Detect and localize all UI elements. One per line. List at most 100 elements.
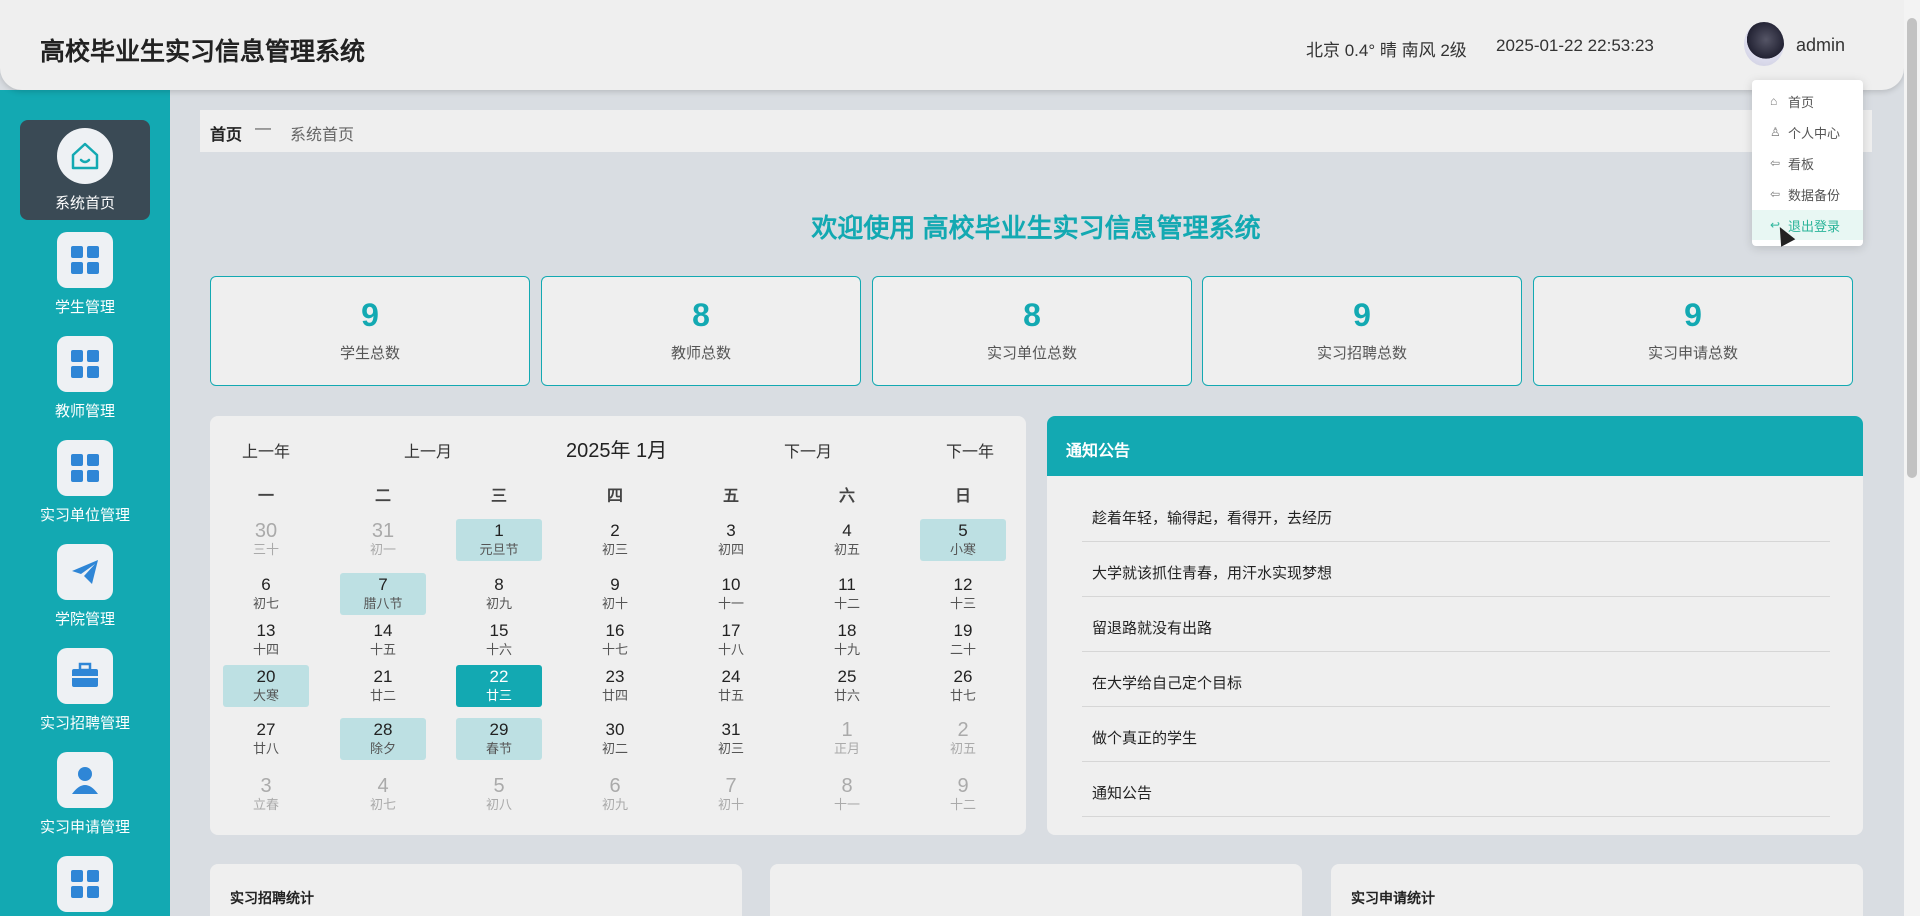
calendar-day-today[interactable]: 22 廿三 (456, 665, 542, 707)
calendar-day[interactable]: 24 廿五 (688, 665, 774, 707)
username[interactable]: admin (1796, 35, 1845, 56)
calendar-lunar-label: 立春 (252, 797, 279, 812)
calendar-day[interactable]: 4 初五 (804, 519, 890, 561)
recruitment-stats-title: 实习招聘统计 (230, 890, 314, 906)
calendar-day[interactable]: 6 初七 (223, 573, 309, 615)
calendar-day-number: 8 (841, 775, 853, 797)
sidebar-item-companies[interactable]: 实习单位管理 (20, 432, 150, 532)
sidebar-item-teachers[interactable]: 教师管理 (20, 328, 150, 428)
dropdown-item-home[interactable]: ⌂ 首页 (1770, 90, 1860, 112)
notice-item[interactable]: 做个真正的学生 (1082, 707, 1830, 762)
calendar-day[interactable]: 2 初五 (920, 718, 1006, 760)
calendar-day[interactable]: 12 十三 (920, 573, 1006, 615)
grid-icon (57, 232, 113, 288)
sidebar-item-applications[interactable]: 实习申请管理 (20, 744, 150, 844)
sidebar-item-more[interactable] (20, 848, 150, 916)
sidebar: 系统首页 学生管理 教师管理 实习单位管理 学院管理 实习招聘管理 实习申请管理 (0, 90, 170, 916)
calendar-day-number: 27 (256, 720, 276, 739)
calendar-day-number: 1 (494, 521, 504, 540)
calendar-prev-year-button[interactable]: 上一年 (242, 438, 290, 462)
calendar-day[interactable]: 29 春节 (456, 718, 542, 760)
calendar-day[interactable]: 3 立春 (223, 774, 309, 816)
calendar-lunar-label: 十三 (949, 596, 976, 611)
calendar-next-year-button[interactable]: 下一年 (946, 438, 994, 462)
avatar[interactable] (1744, 22, 1784, 66)
calendar-day-number: 13 (256, 621, 276, 640)
welcome-title: 欢迎使用 高校毕业生实习信息管理系统 (811, 213, 1261, 243)
calendar-lunar-label: 十二 (949, 797, 976, 812)
calendar-day[interactable]: 15 十六 (456, 619, 542, 661)
calendar-day[interactable]: 7 初十 (688, 774, 774, 816)
calendar-day-number: 12 (953, 575, 973, 594)
page-scrollbar[interactable] (1904, 0, 1920, 916)
calendar-day-number: 21 (373, 667, 393, 686)
calendar-day[interactable]: 9 十二 (920, 774, 1006, 816)
calendar-day[interactable]: 3 初四 (688, 519, 774, 561)
calendar-day[interactable]: 21 廿二 (340, 665, 426, 707)
calendar-day[interactable]: 13 十四 (223, 619, 309, 661)
calendar-day-number: 4 (842, 521, 852, 540)
calendar-lunar-label: 春节 (485, 741, 512, 756)
recruitment-stats-card: 实习招聘统计 (210, 864, 742, 916)
calendar-day-number: 20 (256, 667, 276, 686)
dropdown-item-profile[interactable]: ♙ 个人中心 (1770, 121, 1860, 143)
calendar-day[interactable]: 27 廿八 (223, 718, 309, 760)
breadcrumb-home-link[interactable]: 首页 (210, 121, 242, 145)
calendar-lunar-label: 初八 (485, 797, 512, 812)
calendar-day[interactable]: 20 大寒 (223, 665, 309, 707)
calendar-lunar-label: 初五 (833, 542, 860, 557)
calendar-lunar-label: 十九 (833, 642, 860, 657)
calendar-day[interactable]: 28 除夕 (340, 718, 426, 760)
sidebar-item-label: 学生管理 (54, 299, 115, 316)
calendar-day[interactable]: 2 初三 (572, 519, 658, 561)
notice-item[interactable]: 大学就该抓住青春，用汗水实现梦想 (1082, 542, 1830, 597)
calendar-day[interactable]: 8 十一 (804, 774, 890, 816)
calendar-weekday: 五 (722, 488, 739, 505)
calendar-day[interactable]: 19 二十 (920, 619, 1006, 661)
notice-item[interactable]: 留退路就没有出路 (1082, 597, 1830, 652)
calendar-day[interactable]: 4 初七 (340, 774, 426, 816)
calendar-day[interactable]: 30 三十 (223, 519, 309, 561)
calendar-day[interactable]: 30 初二 (572, 718, 658, 760)
calendar-day[interactable]: 9 初十 (572, 573, 658, 615)
calendar-day[interactable]: 1 正月 (804, 718, 890, 760)
calendar-weekday: 三 (490, 488, 507, 505)
sidebar-item-home[interactable]: 系统首页 (20, 120, 150, 220)
scrollbar-thumb[interactable] (1907, 18, 1917, 478)
calendar-day[interactable]: 26 廿七 (920, 665, 1006, 707)
calendar-day[interactable]: 14 十五 (340, 619, 426, 661)
calendar-day[interactable]: 17 十八 (688, 619, 774, 661)
dropdown-item-dashboard[interactable]: ⇦ 看板 (1770, 152, 1860, 174)
calendar-day[interactable]: 8 初九 (456, 573, 542, 615)
calendar-day[interactable]: 5 小寒 (920, 519, 1006, 561)
calendar-day[interactable]: 5 初八 (456, 774, 542, 816)
calendar-lunar-label: 初二 (601, 741, 628, 756)
calendar-day[interactable]: 31 初一 (340, 519, 426, 561)
calendar-lunar-label: 十七 (601, 642, 628, 657)
notice-item[interactable]: 趁着年轻，输得起，看得开，去经历 (1082, 487, 1830, 542)
calendar-day[interactable]: 23 廿四 (572, 665, 658, 707)
sidebar-item-students[interactable]: 学生管理 (20, 224, 150, 324)
notice-item[interactable]: 在大学给自己定个目标 (1082, 652, 1830, 707)
sidebar-item-colleges[interactable]: 学院管理 (20, 536, 150, 636)
sidebar-item-recruitment[interactable]: 实习招聘管理 (20, 640, 150, 740)
notice-panel: 通知公告 趁着年轻，输得起，看得开，去经历 大学就该抓住青春，用汗水实现梦想 留退路… (1047, 416, 1863, 835)
calendar-next-month-button[interactable]: 下一月 (784, 438, 832, 462)
calendar-day[interactable]: 11 十二 (804, 573, 890, 615)
calendar-prev-month-button[interactable]: 上一月 (404, 438, 452, 462)
notice-item[interactable]: 通知公告 (1082, 762, 1830, 817)
sidebar-item-label: 实习申请管理 (39, 819, 130, 836)
dropdown-item-backup[interactable]: ⇦ 数据备份 (1770, 183, 1860, 205)
calendar-day[interactable]: 6 初九 (572, 774, 658, 816)
calendar-day[interactable]: 16 十七 (572, 619, 658, 661)
stat-card-teachers: 8 教师总数 (541, 276, 861, 386)
calendar-day[interactable]: 25 廿六 (804, 665, 890, 707)
calendar-day[interactable]: 7 腊八节 (340, 573, 426, 615)
calendar-lunar-label: 初三 (717, 741, 744, 756)
calendar-day[interactable]: 18 十九 (804, 619, 890, 661)
calendar-weekday: 四 (606, 488, 623, 505)
breadcrumb-separator: — (255, 120, 271, 137)
calendar-day[interactable]: 10 十一 (688, 573, 774, 615)
calendar-day[interactable]: 1 元旦节 (456, 519, 542, 561)
calendar-day[interactable]: 31 初三 (688, 718, 774, 760)
